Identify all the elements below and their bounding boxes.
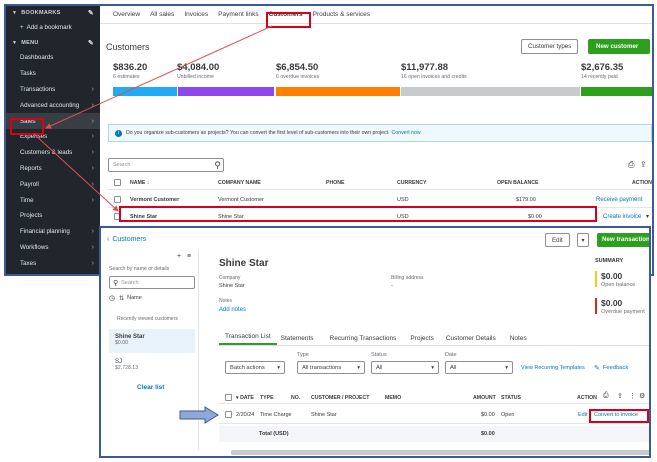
arrow-to-transaction-row bbox=[179, 406, 219, 424]
arrow-sales-to-row bbox=[33, 133, 119, 212]
arrow-tab-to-sales bbox=[45, 25, 273, 129]
annotation-arrows bbox=[33, 25, 273, 424]
